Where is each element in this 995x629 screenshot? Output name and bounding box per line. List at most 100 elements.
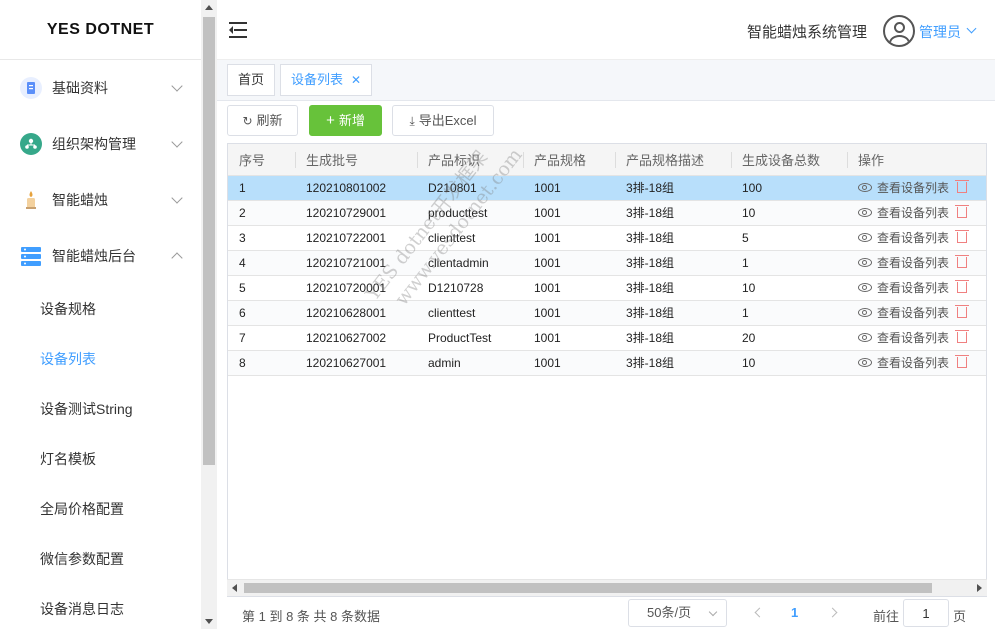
trash-icon[interactable] [955, 180, 970, 193]
scroll-down-arrow-icon[interactable] [205, 619, 213, 624]
chevron-down-icon[interactable] [966, 23, 977, 34]
trash-icon[interactable] [955, 355, 970, 368]
sidebar-item-global-price[interactable]: 全局价格配置 [0, 484, 201, 534]
menu-group-candle[interactable]: 智能蜡烛 [0, 172, 201, 228]
menu-collapse-icon[interactable] [229, 22, 247, 38]
table-row[interactable]: 5 120210720001 D1210728 1001 3排-18组 10 查看设备列表 [228, 275, 986, 301]
trash-icon[interactable] [955, 280, 970, 293]
view-device-list-link[interactable]: 查看设备列表 [877, 254, 949, 271]
table-row[interactable]: 1 120210801002 D210801 1001 3排-18组 100 查看设备列表 [228, 175, 986, 201]
table-cell: 120210801002 [295, 175, 417, 201]
download-icon: ⤓ [409, 114, 415, 128]
table-row[interactable]: 8 120210627001 admin 1001 3排-18组 10 查看设备列表 [228, 350, 986, 376]
view-device-list-link[interactable]: 查看设备列表 [877, 329, 949, 346]
sidebar-scrollbar[interactable] [201, 0, 217, 629]
scrollbar-thumb[interactable] [244, 583, 932, 593]
eye-icon[interactable] [858, 258, 872, 267]
user-name-menu[interactable]: 管理员 [919, 22, 961, 42]
table-cell-actions: 查看设备列表 [847, 200, 986, 226]
table-row[interactable]: 4 120210721001 clientadmin 1001 3排-18组 1 查看设备列… [228, 250, 986, 276]
table-cell-actions: 查看设备列表 [847, 325, 986, 351]
table-cell: 120210721001 [295, 250, 417, 276]
scroll-up-arrow-icon[interactable] [205, 5, 213, 10]
table-horizontal-scrollbar[interactable] [227, 579, 987, 596]
table-row[interactable]: 7 120210627002 ProductTest 1001 3排-18组 20 查看设备… [228, 325, 986, 351]
column-header[interactable]: 产品规格 [523, 144, 615, 176]
page-number-current[interactable]: 1 [791, 605, 798, 620]
view-device-list-link[interactable]: 查看设备列表 [877, 229, 949, 246]
table-cell: D210801 [417, 175, 523, 201]
sidebar-item-device-list[interactable]: 设备列表 [0, 334, 201, 384]
eye-icon[interactable] [858, 208, 872, 217]
table-cell: 5 [731, 225, 847, 251]
table-cell: 1001 [523, 200, 615, 226]
trash-icon[interactable] [955, 255, 970, 268]
add-button[interactable]: + 新增 [309, 105, 382, 136]
prev-page-button[interactable] [754, 607, 765, 618]
column-header[interactable]: 产品规格描述 [615, 144, 731, 176]
view-device-list-link[interactable]: 查看设备列表 [877, 304, 949, 321]
sidebar-item-light-name-template[interactable]: 灯名模板 [0, 434, 201, 484]
table-cell: clienttest [417, 225, 523, 251]
device-table: 序号 生成批号 产品标识 产品规格 产品规格描述 生成设备总数 操作 1 1202… [227, 143, 987, 597]
column-header[interactable]: 生成批号 [295, 144, 417, 176]
scrollbar-thumb[interactable] [203, 17, 215, 465]
eye-icon[interactable] [858, 308, 872, 317]
scroll-right-arrow-icon[interactable] [977, 584, 982, 592]
table-cell: 1001 [523, 175, 615, 201]
view-device-list-link[interactable]: 查看设备列表 [877, 279, 949, 296]
table-cell: 6 [228, 300, 295, 326]
column-header[interactable]: 生成设备总数 [731, 144, 847, 176]
app-root: YES DOTNET 基础资料 组织架构管理 智能蜡烛 智能蜡烛后台 设备规格 … [0, 0, 995, 629]
next-page-button[interactable] [827, 607, 838, 618]
column-header[interactable]: 产品标识 [417, 144, 523, 176]
page-size-select[interactable]: 50条/页 [628, 599, 727, 627]
chevron-down-icon [708, 607, 718, 617]
table-cell: 120210627002 [295, 325, 417, 351]
scroll-left-arrow-icon[interactable] [232, 584, 237, 592]
menu-group-basic-data[interactable]: 基础资料 [0, 60, 201, 116]
export-excel-button[interactable]: ⤓ 导出Excel [392, 105, 494, 136]
menu-group-org[interactable]: 组织架构管理 [0, 116, 201, 172]
sidebar-item-wechat-params[interactable]: 微信参数配置 [0, 534, 201, 584]
table-cell: 120210720001 [295, 275, 417, 301]
view-device-list-link[interactable]: 查看设备列表 [877, 354, 949, 371]
trash-icon[interactable] [955, 330, 970, 343]
table-cell: 20 [731, 325, 847, 351]
export-label: 导出Excel [418, 113, 477, 128]
trash-icon[interactable] [955, 230, 970, 243]
eye-icon[interactable] [858, 333, 872, 342]
document-icon [20, 77, 42, 99]
eye-icon[interactable] [858, 283, 872, 292]
refresh-button[interactable]: ↻ 刷新 [227, 105, 298, 136]
tab-device-list[interactable]: 设备列表 ✕ [280, 64, 373, 96]
tab-home[interactable]: 首页 [227, 64, 276, 96]
table-cell-actions: 查看设备列表 [847, 175, 986, 201]
sidebar-item-device-message-log[interactable]: 设备消息日志 [0, 584, 201, 629]
eye-icon[interactable] [858, 233, 872, 242]
table-cell: 3排-18组 [615, 250, 731, 276]
trash-icon[interactable] [955, 205, 970, 218]
table-cell: 2 [228, 200, 295, 226]
user-avatar-icon[interactable] [883, 15, 915, 47]
sidebar-item-device-spec[interactable]: 设备规格 [0, 284, 201, 334]
row-actions: 查看设备列表 [858, 179, 986, 196]
menu-group-candle-admin[interactable]: 智能蜡烛后台 [0, 228, 201, 284]
column-header[interactable]: 序号 [228, 144, 295, 176]
table-row[interactable]: 3 120210722001 clienttest 1001 3排-18组 5 查看设备列表 [228, 225, 986, 251]
close-icon[interactable]: ✕ [351, 73, 361, 87]
server-icon [20, 245, 42, 267]
trash-icon[interactable] [955, 305, 970, 318]
goto-page-input[interactable] [903, 599, 949, 627]
eye-icon[interactable] [858, 358, 872, 367]
view-device-list-link[interactable]: 查看设备列表 [877, 204, 949, 221]
view-device-list-link[interactable]: 查看设备列表 [877, 179, 949, 196]
table-cell: 1001 [523, 350, 615, 376]
eye-icon[interactable] [858, 183, 872, 192]
table-row[interactable]: 2 120210729001 producttest 1001 3排-18组 10 查看设备… [228, 200, 986, 226]
table-row[interactable]: 6 120210628001 clienttest 1001 3排-18组 1 查看设备列表 [228, 300, 986, 326]
sidebar-item-device-test-string[interactable]: 设备测试String [0, 384, 201, 434]
add-label: 新增 [338, 113, 365, 128]
table-cell: 120210722001 [295, 225, 417, 251]
row-actions: 查看设备列表 [858, 329, 986, 346]
